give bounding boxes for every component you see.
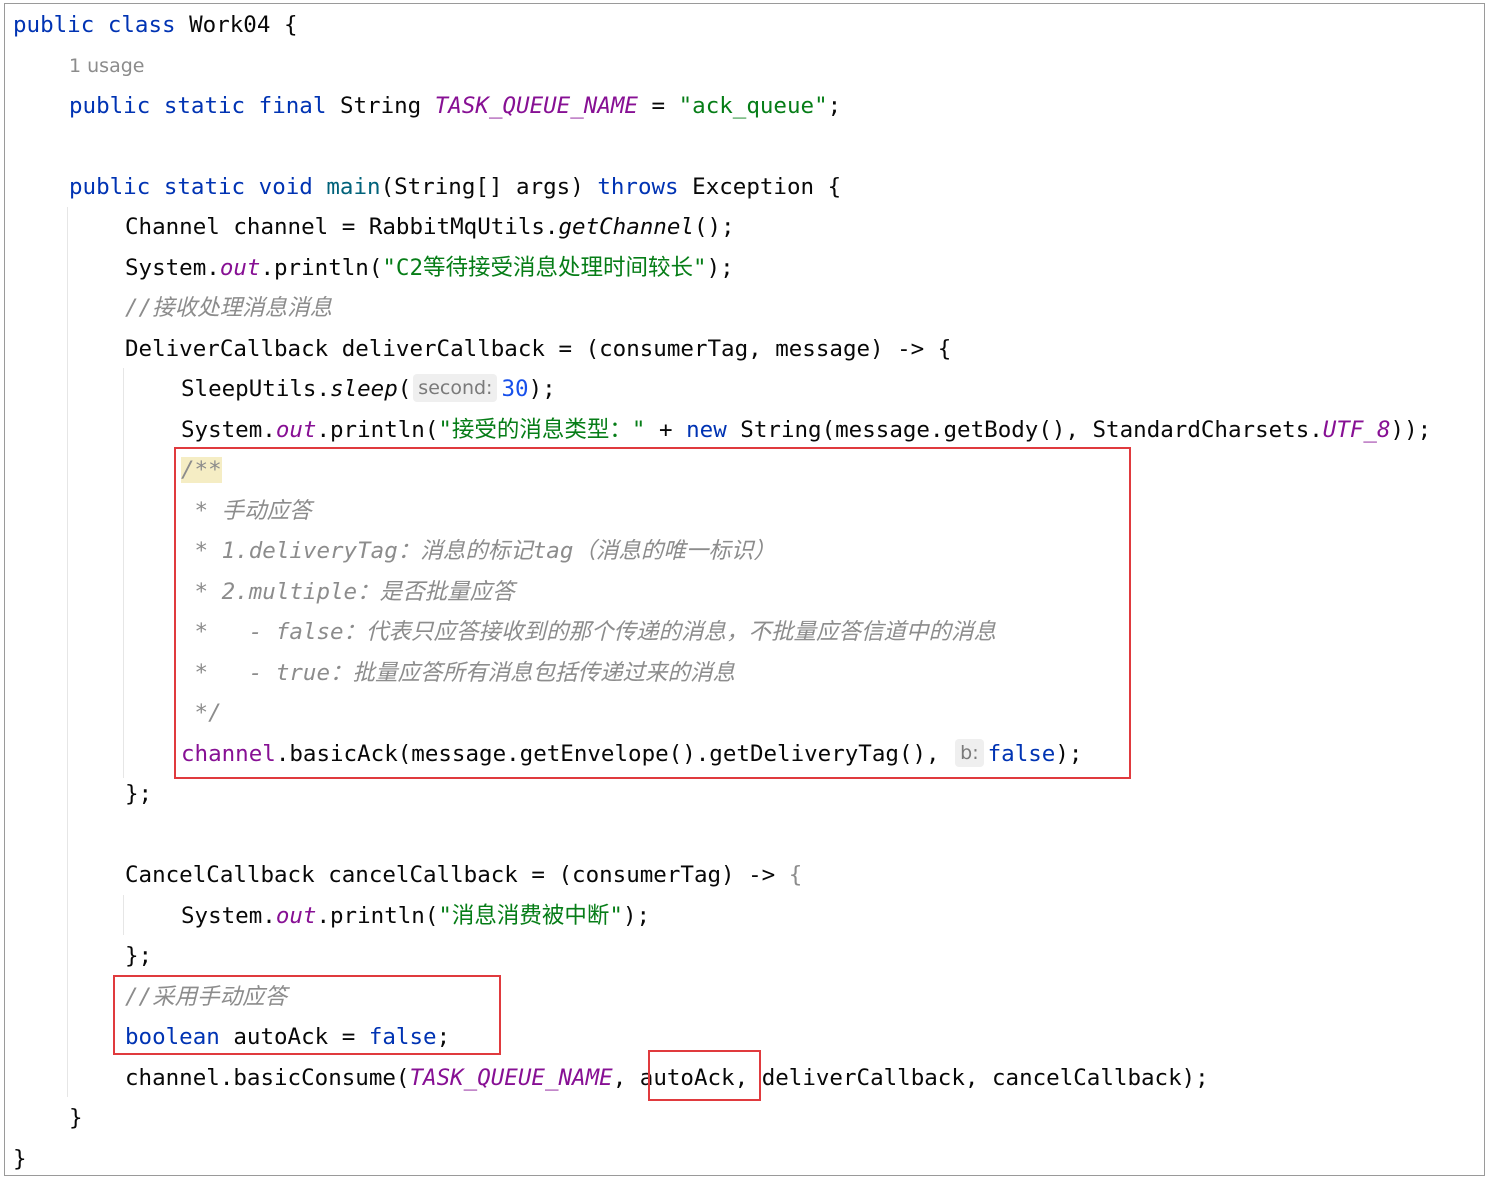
code-text: channel.basicConsume(: [125, 1065, 410, 1091]
code-text: }: [13, 1146, 27, 1172]
semicolon: ;: [827, 93, 842, 119]
code-text: .println(: [316, 903, 439, 929]
static-call: sleep: [330, 376, 398, 402]
code-text: System.: [181, 903, 276, 929]
code-text: );: [622, 903, 651, 929]
code-text: }: [69, 1105, 83, 1131]
code-text: Channel channel = RabbitMqUtils.: [125, 214, 559, 240]
method-name: main: [326, 174, 381, 200]
constant-ref: TASK_QUEUE_NAME: [409, 1065, 613, 1091]
static-call: getChannel: [558, 214, 694, 240]
closing-brace: };: [5, 774, 152, 814]
highlight-box-basic-ack: [174, 447, 1131, 779]
main-method-declaration: public static void main(String[] args) t…: [5, 167, 841, 207]
sleep-statement: SleepUtils.sleep(second: 30);: [5, 369, 556, 409]
code-text: SleepUtils.: [181, 376, 331, 402]
type-name: String: [339, 93, 422, 119]
code-text: DeliverCallback deliverCallback = (consu…: [125, 336, 952, 362]
params: (String[] args): [380, 174, 584, 200]
keyword: public: [69, 93, 151, 119]
code-text: ,: [612, 1065, 640, 1091]
static-constant: UTF_8: [1322, 417, 1391, 443]
code-text: );: [706, 255, 734, 281]
channel-statement: Channel channel = RabbitMqUtils.getChann…: [5, 207, 735, 247]
string-literal: "接受的消息类型：": [438, 417, 646, 443]
field-declaration: public static final String TASK_QUEUE_NA…: [5, 86, 841, 126]
brace: {: [788, 862, 803, 888]
string-literal: "消息消费被中断": [438, 903, 623, 929]
code-text: );: [528, 376, 556, 402]
code-text: System.: [181, 417, 276, 443]
code-text: +: [645, 417, 687, 443]
line-comment: //接收处理消息消息: [5, 288, 332, 328]
keyword: void: [258, 174, 313, 200]
exception-type: Exception: [692, 174, 815, 200]
code-text: System.: [125, 255, 220, 281]
brace: {: [283, 12, 298, 38]
keyword: public: [69, 174, 151, 200]
brace: {: [827, 174, 842, 200]
parameter-hint: second:: [413, 374, 498, 402]
code-text: .println(: [260, 255, 383, 281]
keyword: static: [163, 93, 246, 119]
code-text: ));: [1390, 417, 1432, 443]
highlight-box-auto-ack-declaration: [113, 975, 501, 1055]
keyword: static: [163, 174, 246, 200]
keyword: class: [107, 12, 176, 38]
println-c2-statement: System.out.println("C2等待接受消息处理时间较长");: [5, 248, 734, 288]
code-text: CancelCallback cancelCallback = (consume…: [125, 862, 789, 888]
println-cancel-statement: System.out.println("消息消费被中断");: [5, 896, 650, 936]
keyword: new: [686, 417, 727, 443]
class-name: Work04: [189, 12, 271, 38]
code-text: ();: [693, 214, 735, 240]
keyword: final: [258, 93, 327, 119]
string-literal: "ack_queue": [678, 93, 828, 119]
keyword: public: [13, 12, 95, 38]
code-editor[interactable]: public class Work04 { 1 usage public sta…: [4, 3, 1485, 1176]
operator: =: [651, 93, 666, 119]
static-field: out: [275, 903, 317, 929]
code-text: String(message.getBody(), StandardCharse…: [726, 417, 1323, 443]
usage-hint[interactable]: 1 usage: [69, 55, 144, 77]
closing-brace: }: [5, 1098, 83, 1138]
constant-name: TASK_QUEUE_NAME: [434, 93, 638, 119]
closing-brace: };: [5, 936, 152, 976]
class-declaration: public class Work04 {: [5, 5, 297, 45]
string-literal: "C2等待接受消息处理时间较长": [382, 255, 707, 281]
number-literal: 30: [501, 376, 529, 402]
comment-text: //接收处理消息消息: [125, 295, 333, 321]
code-text: };: [125, 943, 153, 969]
closing-brace: }: [5, 1139, 27, 1179]
cancel-callback-declaration: CancelCallback cancelCallback = (consume…: [5, 855, 802, 895]
code-text: (: [397, 376, 412, 402]
basic-consume-statement: channel.basicConsume(TASK_QUEUE_NAME, au…: [5, 1058, 1209, 1098]
code-text: , deliverCallback, cancelCallback);: [734, 1065, 1209, 1091]
usage-hint-line: 1 usage: [5, 45, 144, 85]
code-text: .println(: [316, 417, 439, 443]
highlight-box-auto-ack-argument: [648, 1050, 761, 1101]
static-field: out: [219, 255, 261, 281]
println-type-statement: System.out.println("接受的消息类型：" + new Stri…: [5, 410, 1431, 450]
static-field: out: [275, 417, 317, 443]
deliver-callback-declaration: DeliverCallback deliverCallback = (consu…: [5, 329, 951, 369]
keyword: throws: [597, 174, 679, 200]
code-text: };: [125, 781, 153, 807]
